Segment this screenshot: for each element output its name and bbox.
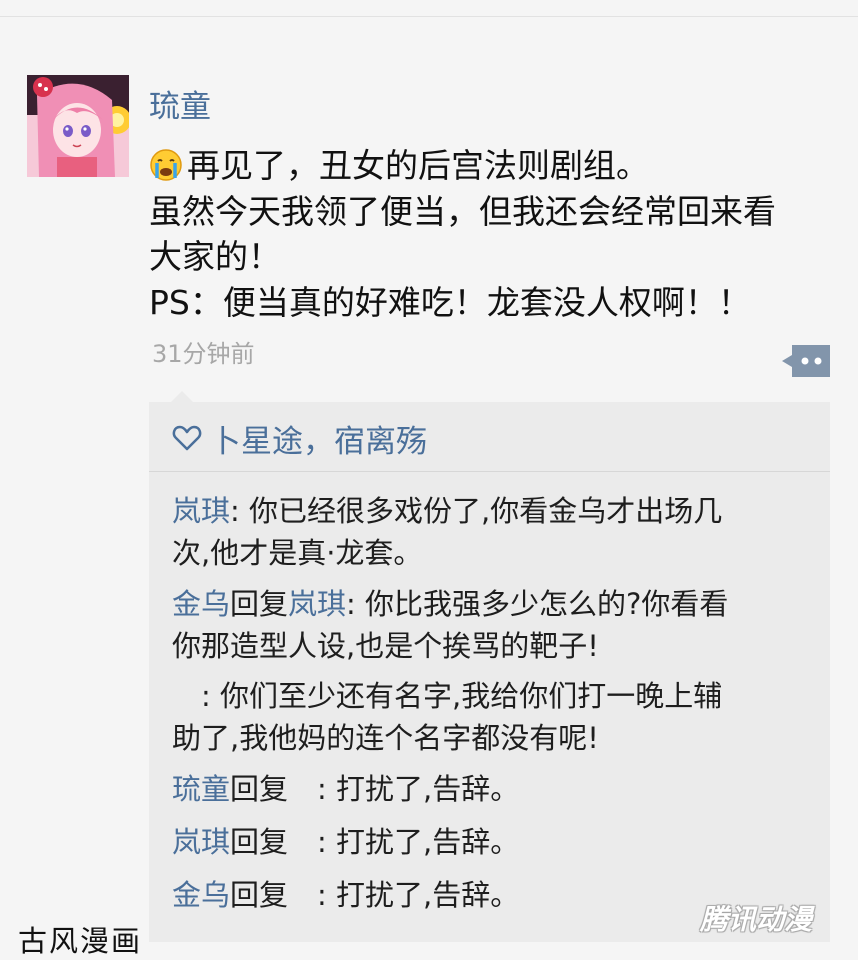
interaction-panel: 卜星途，宿离殇 岚琪: 你已经很多戏份了,你看金乌才出场几 次,他才是真·龙套。… [149, 402, 830, 942]
watermark-tencent: 腾讯动漫 [700, 903, 813, 936]
top-divider [0, 16, 858, 17]
watermark-gufeng: 古风漫画 [18, 924, 143, 958]
comment-author[interactable]: 金乌 [172, 587, 230, 621]
comment-item: 岚琪回复 : 打扰了,告辞。 [172, 821, 822, 863]
comment-bubble-icon [782, 345, 830, 377]
comment-item: : 你们至少还有名字,我给你们打一晚上辅 助了,我他妈的连个名字都没有呢! [172, 675, 822, 759]
crying-face-emoji-icon [150, 149, 182, 181]
comment-item: 琉童回复 : 打扰了,告辞。 [172, 768, 822, 810]
panel-divider [149, 471, 830, 472]
post-content: 再见了，丑女的后宫法则剧组。 虽然今天我领了便当，但我还会经常回来看 大家的！ … [149, 143, 839, 325]
heart-outline-icon [172, 425, 202, 451]
post-line-text: 再见了，丑女的后宫法则剧组。 [187, 146, 649, 185]
likes-names[interactable]: 卜星途，宿离殇 [210, 416, 427, 461]
reply-word: 回复 [230, 825, 289, 859]
comment-author[interactable]: 岚琪 [172, 494, 230, 528]
comment-text: : 打扰了,告辞。 [317, 878, 520, 912]
comment-text: : 你们至少还有名字,我给你们打一晚上辅 [201, 679, 723, 713]
post-timestamp: 31分钟前 [152, 340, 255, 368]
comment-text: : 打扰了,告辞。 [317, 825, 520, 859]
comment-text: 次,他才是真·龙套。 [172, 536, 423, 570]
comment-text: : 打扰了,告辞。 [317, 772, 520, 806]
reply-word: 回复 [230, 772, 289, 806]
comment-text: 你那造型人设,也是个挨骂的靶子! [172, 629, 599, 663]
post-line: 大家的！ [149, 237, 281, 276]
post-line: 再见了，丑女的后宫法则剧组。 [149, 143, 839, 189]
comment-author[interactable]: 金乌 [172, 878, 230, 912]
comment-author[interactable]: 琉童 [172, 772, 230, 806]
panel-arrow [171, 391, 193, 402]
post-author-name[interactable]: 琉童 [149, 81, 211, 126]
comment-author[interactable]: 岚琪 [172, 825, 230, 859]
comment-item: 岚琪: 你已经很多戏份了,你看金乌才出场几 次,他才是真·龙套。 [172, 490, 822, 574]
comment-button[interactable] [782, 345, 830, 377]
reply-word: 回复 [230, 587, 289, 621]
comment-text: : 你比我强多少怎么的?你看看 [346, 587, 729, 621]
comment-item: 金乌回复岚琪: 你比我强多少怎么的?你看看 你那造型人设,也是个挨骂的靶子! [172, 583, 822, 667]
likes-row: 卜星途，宿离殇 [172, 416, 427, 461]
post-line: 虽然今天我领了便当，但我还会经常回来看 [149, 191, 776, 231]
reply-word: 回复 [230, 878, 289, 912]
comment-text: 助了,我他妈的连个名字都没有呢! [172, 721, 599, 755]
post-line: PS：便当真的好难吃！龙套没人权啊！！ [149, 282, 751, 322]
comment-text: : 你已经很多戏份了,你看金乌才出场几 [230, 494, 723, 528]
avatar[interactable] [27, 75, 129, 177]
reply-target[interactable]: 岚琪 [288, 587, 346, 621]
